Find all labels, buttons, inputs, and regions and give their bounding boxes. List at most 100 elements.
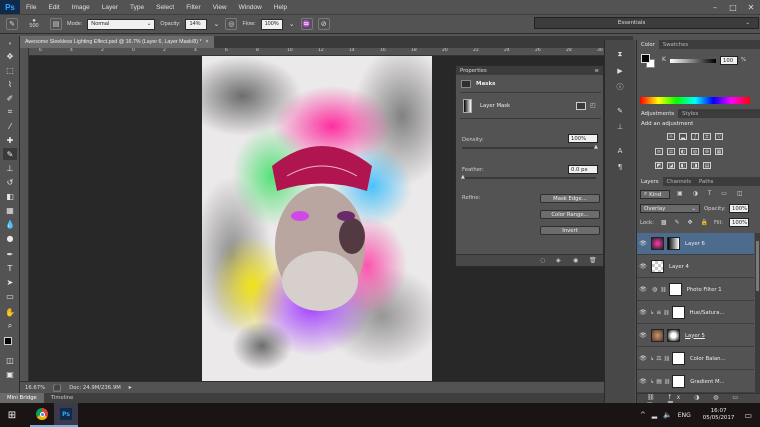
brush-panel-icon[interactable]: ✎	[615, 106, 625, 115]
layer-row[interactable]: 👁 ↳ ≡ ⛓ Hue/Satura...	[637, 302, 754, 324]
toolbar-collapse-icon[interactable]: »	[3, 38, 17, 50]
type-tool-icon[interactable]: T	[3, 262, 17, 274]
color-swatches-icon[interactable]	[3, 336, 17, 349]
mask-thumbnail[interactable]	[668, 283, 682, 296]
close-tab-icon[interactable]: ×	[206, 39, 209, 45]
status-menu-arrow-icon[interactable]: ▸	[129, 384, 132, 391]
tray-chevron-icon[interactable]: ^	[640, 411, 646, 419]
tab-swatches[interactable]: Swatches	[659, 40, 692, 49]
layers-scrollbar[interactable]	[755, 233, 760, 393]
mask-edge-button[interactable]: Mask Edge...	[540, 194, 600, 203]
flow-dropdown-icon[interactable]: ⌄	[288, 18, 296, 30]
vector-mask-icon[interactable]: ◰	[590, 102, 600, 110]
crop-tool-icon[interactable]: ⌗	[3, 106, 17, 118]
character-icon[interactable]: A	[615, 146, 625, 155]
maximize-button[interactable]: □	[724, 3, 742, 12]
menu-help[interactable]: Help	[268, 4, 293, 11]
eyedropper-tool-icon[interactable]: ⁄	[3, 120, 17, 132]
eye-icon[interactable]: 👁	[637, 263, 649, 270]
tab-layers[interactable]: Layers	[637, 177, 663, 186]
threshold-icon[interactable]: ◧	[679, 162, 687, 169]
pressure-size-icon[interactable]: ⊘	[317, 18, 330, 30]
layer-row[interactable]: 👁 Layer 4	[637, 256, 754, 278]
density-field[interactable]: 100%	[568, 134, 598, 143]
history-brush-tool-icon[interactable]: ↺	[3, 176, 17, 188]
channel-mixer-icon[interactable]: ⊕	[703, 148, 711, 155]
notifications-icon[interactable]: ▭	[744, 411, 752, 420]
disable-mask-icon[interactable]: ◉	[573, 257, 578, 264]
quick-select-tool-icon[interactable]: ✐	[3, 92, 17, 104]
feather-field[interactable]: 0.0 px	[568, 165, 598, 174]
invert-button[interactable]: Invert	[540, 226, 600, 235]
menu-window[interactable]: Window	[233, 4, 268, 11]
layer-row[interactable]: 👁 Layer 6	[637, 233, 754, 255]
opacity-field[interactable]: 14%	[185, 18, 208, 30]
brightness-contrast-icon[interactable]: ☼	[667, 133, 675, 140]
layer-row[interactable]: 👁 ↳ ▤ ⛓ Gradient M...	[637, 371, 754, 393]
brush-panel-icon[interactable]: ▤	[50, 18, 62, 30]
tab-styles[interactable]: Styles	[678, 109, 702, 118]
apply-mask-icon[interactable]: ◈	[556, 257, 561, 264]
healing-brush-tool-icon[interactable]: ✚	[3, 134, 17, 146]
zoom-level[interactable]: 16.67%	[25, 385, 45, 391]
vibrance-icon[interactable]: ▽	[715, 133, 723, 140]
clock[interactable]: 16:07 05/05/2017	[703, 408, 735, 422]
document-tab[interactable]: Awesome Sleekless Lighting Effect.psd @ …	[20, 36, 214, 48]
color-spectrum-bar[interactable]	[640, 97, 750, 104]
selective-color-icon[interactable]: ◨	[691, 162, 699, 169]
zoom-tool-icon[interactable]: ⌕	[3, 320, 17, 332]
artwork-image[interactable]	[202, 56, 432, 382]
levels-icon[interactable]: ▂	[679, 133, 687, 140]
eye-icon[interactable]: 👁	[637, 286, 649, 293]
load-selection-icon[interactable]: ◌	[540, 257, 545, 264]
chrome-app-icon[interactable]	[30, 403, 54, 427]
color-value-field[interactable]: 100	[720, 56, 738, 65]
eye-icon[interactable]: 👁	[637, 240, 649, 247]
curves-icon[interactable]: ∫	[691, 133, 699, 140]
mask-thumbnail[interactable]	[672, 375, 686, 388]
photo-filter-icon[interactable]: ◍	[691, 148, 699, 155]
shape-tool-icon[interactable]: ▭	[3, 290, 17, 302]
lock-icons[interactable]: ▩ ✎ ✥ 🔒	[661, 219, 711, 226]
invert-adjust-icon[interactable]: ◩	[655, 162, 663, 169]
fill-field[interactable]: 100%	[729, 218, 749, 227]
workspace-switcher[interactable]: Essentials ⌄	[534, 17, 759, 29]
black-white-icon[interactable]: ◐	[679, 148, 687, 155]
eye-icon[interactable]: 👁	[637, 309, 649, 316]
tab-timeline[interactable]: Timeline	[44, 395, 81, 401]
menu-image[interactable]: Image	[66, 4, 96, 11]
gradient-map-icon[interactable]: ▤	[703, 162, 711, 169]
status-options-icon[interactable]: ⬛	[53, 383, 62, 392]
tab-adjustments[interactable]: Adjustments	[637, 109, 679, 118]
quick-mask-icon[interactable]: ◫	[3, 354, 17, 366]
panel-menu-icon[interactable]: ≡	[595, 68, 599, 74]
eye-icon[interactable]: 👁	[637, 355, 649, 362]
mask-mode-icon[interactable]	[461, 80, 471, 88]
select-mask-icon[interactable]	[576, 102, 586, 110]
menu-view[interactable]: View	[207, 4, 233, 11]
menu-select[interactable]: Select	[150, 4, 180, 11]
lasso-tool-icon[interactable]: ⌇	[3, 78, 17, 90]
tab-mini-bridge[interactable]: Mini Bridge	[0, 393, 44, 403]
mask-thumbnail[interactable]	[671, 306, 685, 319]
tab-paths[interactable]: Paths	[695, 177, 717, 186]
mask-thumbnail[interactable]	[667, 329, 680, 342]
menu-file[interactable]: File	[20, 4, 42, 11]
pen-tool-icon[interactable]: ✒	[3, 248, 17, 260]
layer-row[interactable]: 👁 ◍ ⛓ Photo Filter 1	[637, 279, 754, 301]
density-slider-handle[interactable]: ▲	[594, 144, 598, 150]
airbrush-icon[interactable]: ♒	[300, 18, 313, 30]
clone-source-icon[interactable]: ⊥	[615, 122, 625, 131]
info-icon[interactable]: ⓘ	[615, 82, 625, 91]
blend-mode-select[interactable]: Overlay ⌄	[640, 204, 700, 213]
brush-size-picker[interactable]: ● 500	[23, 18, 45, 30]
photoshop-app-icon[interactable]: Ps	[54, 403, 78, 427]
brush-preset-icon[interactable]: ✎	[6, 18, 18, 30]
dodge-tool-icon[interactable]: ●	[3, 232, 17, 244]
menu-type[interactable]: Type	[124, 4, 150, 11]
hue-saturation-icon[interactable]: ≡	[655, 148, 663, 155]
density-slider[interactable]	[462, 147, 596, 149]
minimize-button[interactable]: –	[706, 3, 724, 12]
eye-icon[interactable]: 👁	[637, 332, 649, 339]
posterize-icon[interactable]: ◪	[667, 162, 675, 169]
